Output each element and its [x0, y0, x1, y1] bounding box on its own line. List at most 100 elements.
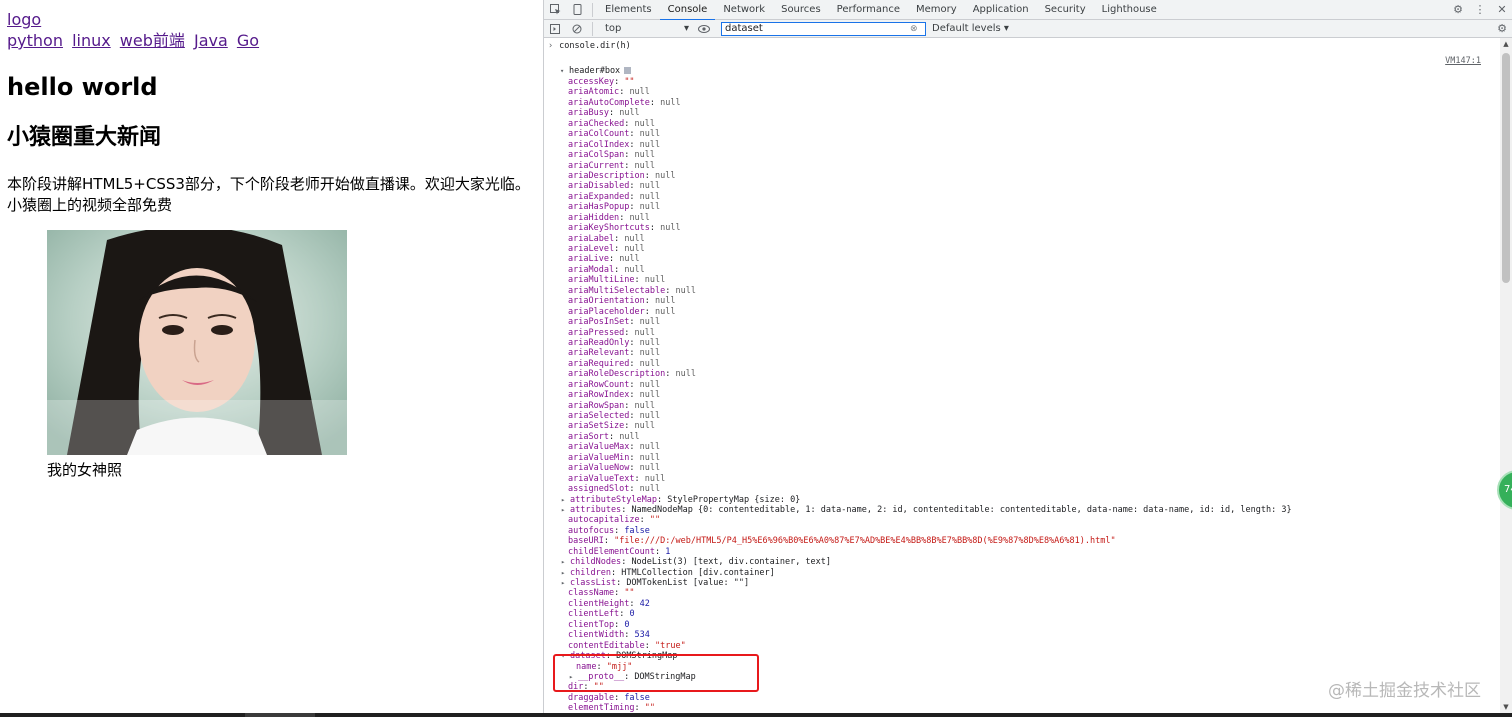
property-separator: : — [634, 275, 645, 286]
console-command-text: console.dir(h) — [559, 41, 631, 51]
close-icon[interactable]: ✕ — [1491, 0, 1512, 20]
tab-lighthouse[interactable]: Lighthouse — [1094, 0, 1165, 20]
object-property-row[interactable]: ▸ classList: DOMTokenList [value: ""] — [561, 578, 1488, 588]
property-value: HTMLCollection [div.container] — [621, 567, 775, 578]
expand-triangle-icon[interactable]: ▸ — [561, 568, 568, 578]
console-filter-input[interactable] — [722, 22, 910, 35]
console-settings-gear-icon[interactable]: ⚙ — [1491, 19, 1512, 39]
object-property-row: childElementCount: 1 — [568, 547, 1488, 557]
show-sidebar-icon[interactable] — [544, 19, 566, 39]
console-scrollbar[interactable]: ▲ ▼ — [1500, 38, 1512, 713]
tab-security[interactable]: Security — [1037, 0, 1094, 20]
property-value: null — [619, 108, 640, 119]
property-key: ariaDisabled — [568, 181, 630, 192]
expand-triangle-icon[interactable]: ▸ — [561, 578, 568, 588]
inspect-element-icon[interactable] — [544, 0, 566, 20]
property-key: ariaColCount — [568, 129, 630, 140]
object-property-row: ariaLabel: null — [568, 234, 1488, 244]
property-key: ariaExpanded — [568, 191, 630, 202]
property-value: null — [660, 97, 681, 108]
object-header[interactable]: ▾ header#box — [560, 66, 632, 76]
object-property-row[interactable]: ▸ attributes: NamedNodeMap {0: contentedi… — [561, 505, 1488, 515]
tab-console[interactable]: Console — [659, 0, 716, 21]
expand-triangle-icon[interactable]: ▸ — [569, 672, 576, 682]
property-value: DOMStringMap — [634, 671, 696, 682]
property-key: ariaMultiSelectable — [568, 285, 666, 296]
log-levels-dropdown[interactable]: Default levels ▾ — [932, 23, 1009, 34]
tab-elements[interactable]: Elements — [597, 0, 660, 20]
property-separator: : — [614, 244, 625, 254]
property-key: ariaBusy — [568, 108, 609, 119]
property-value: null — [675, 369, 696, 380]
console-filter-field[interactable]: ⊗ — [721, 21, 926, 36]
tab-memory[interactable]: Memory — [908, 0, 965, 20]
object-property-row: ariaPlaceholder: null — [568, 307, 1488, 317]
scroll-up-arrow-icon[interactable]: ▲ — [1500, 38, 1512, 50]
object-property-row: ariaKeyShortcuts: null — [568, 223, 1488, 233]
property-key: ariaValueMin — [568, 452, 630, 463]
tab-application[interactable]: Application — [965, 0, 1037, 20]
logo-link[interactable]: logo — [7, 10, 41, 30]
property-separator: : — [608, 431, 620, 442]
source-location-link[interactable]: VM147:1 — [1445, 56, 1481, 66]
property-key: ariaChecked — [568, 118, 625, 129]
object-property-row: ariaColCount: null — [568, 129, 1488, 139]
object-property-row: ariaValueText: null — [568, 474, 1488, 484]
property-separator: : — [665, 285, 676, 296]
nav-link-java[interactable]: Java — [194, 31, 228, 50]
property-key: ariaRequired — [568, 358, 630, 369]
object-property-row[interactable]: ▸ childNodes: NodeList(3) [text, div.cont… — [561, 557, 1488, 567]
property-separator: : — [603, 536, 615, 547]
property-key: clientHeight — [568, 598, 630, 609]
object-property-row: ariaHidden: null — [568, 213, 1488, 223]
nav-link-web[interactable]: web前端 — [120, 31, 185, 50]
expand-triangle-icon[interactable]: ▸ — [561, 495, 568, 505]
property-separator: : — [614, 588, 625, 599]
property-separator: : — [629, 484, 640, 495]
property-value: null — [639, 463, 661, 474]
scroll-down-arrow-icon[interactable]: ▼ — [1500, 701, 1512, 713]
expand-triangle-icon[interactable]: ▸ — [561, 557, 568, 567]
expand-triangle-icon[interactable]: ▸ — [561, 505, 568, 515]
object-property-row: ariaRowIndex: null — [568, 390, 1488, 400]
scrollbar-thumb[interactable] — [1502, 53, 1510, 283]
object-property-row[interactable]: ▸ children: HTMLCollection [div.container… — [561, 568, 1488, 578]
property-key: name — [576, 661, 597, 672]
property-key: ariaLevel — [568, 244, 615, 254]
tab-sources[interactable]: Sources — [773, 0, 829, 20]
property-separator: : — [629, 390, 640, 401]
property-value: null — [639, 348, 661, 359]
more-options-icon[interactable]: ⋮ — [1469, 0, 1491, 20]
property-key: childNodes — [570, 557, 622, 568]
clear-console-icon[interactable] — [566, 19, 588, 39]
property-value: "mjj" — [606, 661, 633, 672]
nav-link-go[interactable]: Go — [237, 31, 259, 50]
property-value: null — [639, 411, 661, 421]
property-key: elementTiming — [568, 703, 635, 713]
live-expression-eye-icon[interactable] — [693, 19, 715, 39]
taskbar-item[interactable] — [245, 713, 315, 717]
nav-link-python[interactable]: python — [7, 31, 63, 50]
property-separator: : — [583, 682, 594, 693]
tab-performance[interactable]: Performance — [829, 0, 908, 20]
object-property-row[interactable]: ▾ dataset: DOMStringMap — [561, 651, 1488, 661]
nav-link-linux[interactable]: linux — [72, 31, 111, 50]
property-value: null — [639, 379, 661, 390]
device-toolbar-icon[interactable] — [566, 0, 588, 20]
settings-gear-icon[interactable]: ⚙ — [1447, 0, 1469, 20]
clear-filter-icon[interactable]: ⊗ — [910, 24, 918, 34]
property-separator: : — [614, 692, 625, 703]
property-value: null — [629, 212, 650, 223]
info-icon — [624, 67, 632, 74]
context-selector[interactable]: top ▾ — [601, 22, 693, 36]
expand-triangle-icon: ▾ — [560, 67, 565, 75]
object-property-row: ariaOrientation: null — [568, 296, 1488, 306]
collapse-triangle-icon[interactable]: ▾ — [561, 651, 568, 661]
property-key: ariaRelevant — [568, 348, 630, 359]
property-separator: : — [629, 598, 640, 609]
chevron-down-icon: ▾ — [683, 23, 689, 34]
property-key: ariaLive — [568, 254, 609, 265]
tab-network[interactable]: Network — [715, 0, 773, 20]
property-separator: : — [616, 578, 627, 588]
object-property-row[interactable]: ▸ attributeStyleMap: StylePropertyMap {si… — [561, 495, 1488, 505]
